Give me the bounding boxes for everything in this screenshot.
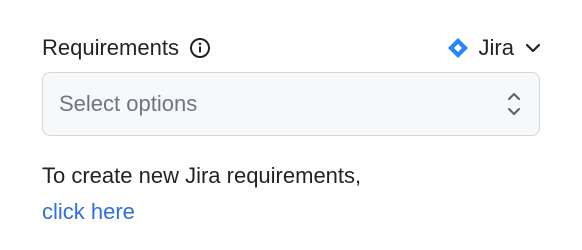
info-icon[interactable] (189, 37, 211, 59)
helper-text-block: To create new Jira requirements, click h… (42, 158, 361, 230)
select-placeholder: Select options (59, 91, 198, 116)
chevron-down-icon (524, 39, 542, 57)
requirements-label: Requirements (42, 35, 179, 60)
helper-text: To create new Jira requirements, (42, 163, 362, 188)
jira-diamond-icon (447, 37, 469, 59)
requirements-panel: Requirements Jira Select options To crea… (0, 0, 582, 250)
requirements-header: Requirements Jira (42, 30, 542, 66)
requirements-select[interactable]: Select options (42, 72, 540, 136)
source-label: Jira (478, 35, 514, 60)
source-selector[interactable]: Jira (447, 37, 542, 59)
updown-chevron-icon (505, 87, 523, 121)
create-requirements-link[interactable]: click here (42, 194, 361, 230)
requirements-label-group: Requirements (42, 37, 211, 59)
